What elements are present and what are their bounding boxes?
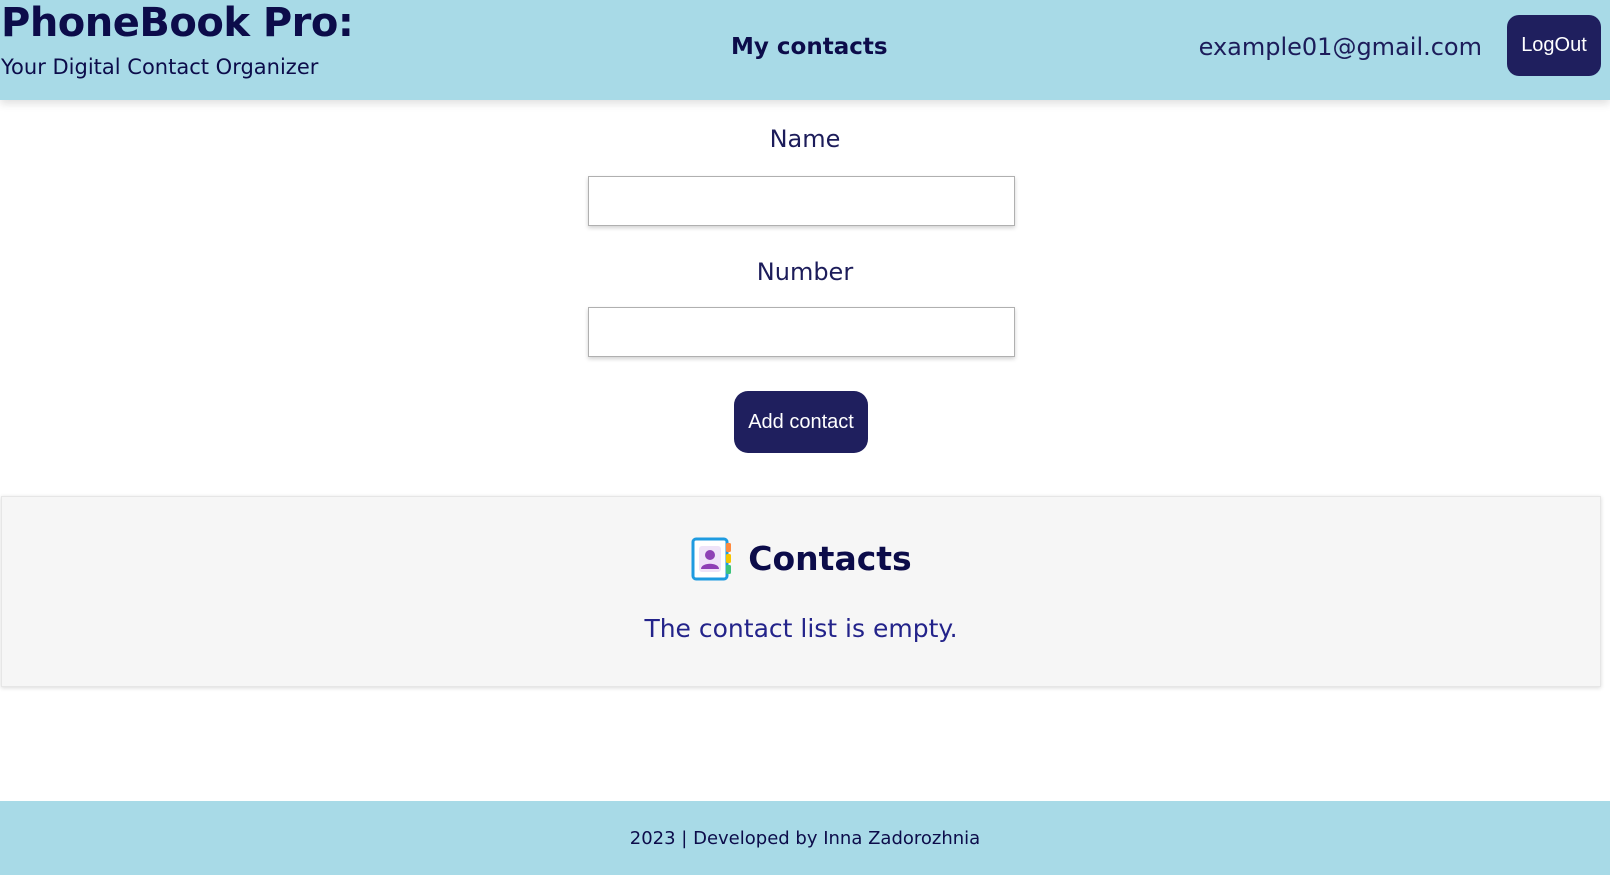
app-title: PhoneBook Pro:: [1, 0, 354, 46]
contacts-title: Contacts: [748, 539, 912, 578]
contacts-section: Contacts The contact list is empty.: [1, 496, 1601, 687]
add-contact-button[interactable]: Add contact: [734, 391, 868, 453]
number-input[interactable]: [588, 307, 1015, 357]
nav-link-my-contacts[interactable]: My contacts: [731, 32, 888, 62]
empty-list-message: The contact list is empty.: [644, 614, 958, 643]
user-email: example01@gmail.com: [1198, 33, 1482, 61]
app-subtitle: Your Digital Contact Organizer: [1, 55, 319, 79]
app-header: PhoneBook Pro: Your Digital Contact Orga…: [0, 0, 1610, 100]
app-footer: 2023 | Developed by Inna Zadorozhnia: [0, 801, 1610, 875]
logout-button[interactable]: LogOut: [1507, 15, 1601, 76]
contacts-heading: Contacts: [2, 535, 1600, 583]
address-book-icon: [690, 537, 734, 581]
number-label: Number: [756, 258, 854, 286]
name-label: Name: [769, 125, 841, 153]
footer-credits: 2023 | Developed by Inna Zadorozhnia: [629, 827, 981, 849]
name-input[interactable]: [588, 176, 1015, 226]
